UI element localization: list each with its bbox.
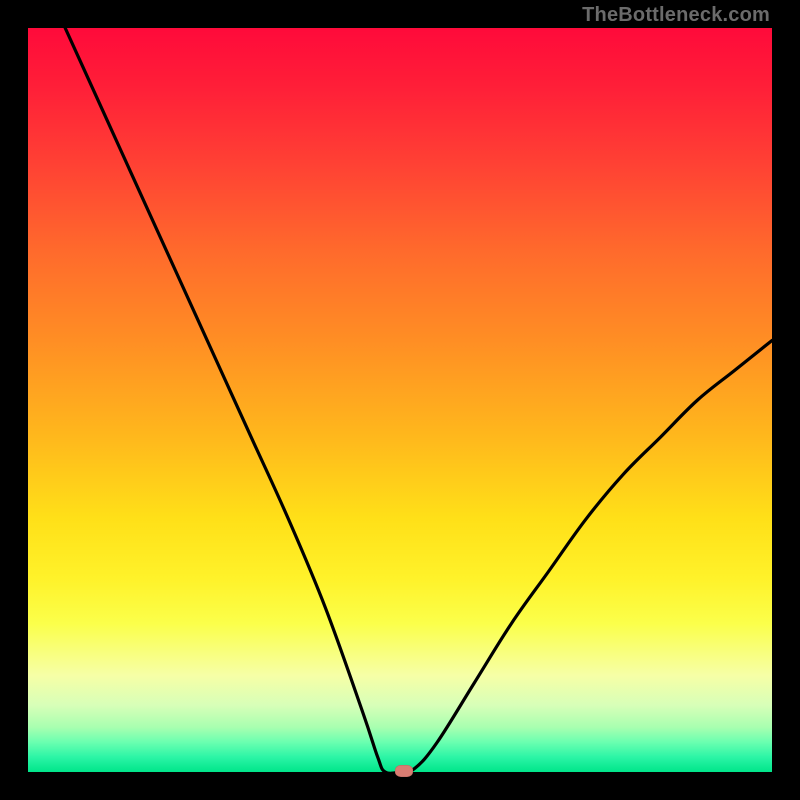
chart-frame: TheBottleneck.com <box>0 0 800 800</box>
bottleneck-curve-path <box>65 28 772 773</box>
optimum-marker <box>395 765 413 777</box>
curve-svg <box>28 28 772 772</box>
watermark-text: TheBottleneck.com <box>582 4 770 27</box>
plot-area <box>28 28 772 772</box>
